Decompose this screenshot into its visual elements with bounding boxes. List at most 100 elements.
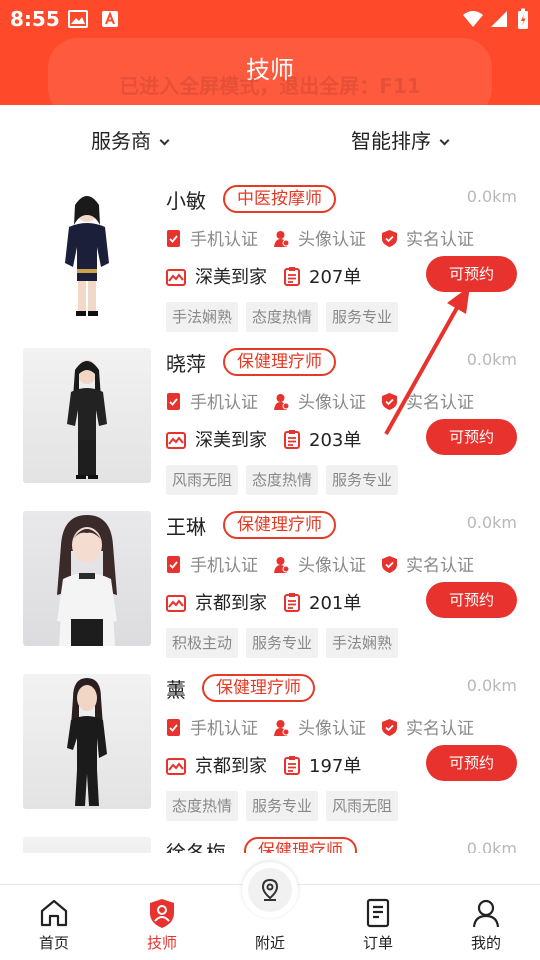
- location-pin-icon: [261, 879, 279, 901]
- nav-mine[interactable]: 我的: [432, 885, 540, 960]
- order-count: 207单: [284, 263, 361, 289]
- technician-photo[interactable]: [23, 511, 151, 646]
- battery-icon: [517, 8, 529, 34]
- store-icon: [166, 432, 186, 449]
- avatar-cert-icon: [274, 720, 289, 736]
- status-bar: 8:55: [0, 0, 540, 38]
- tag: 积极主动: [166, 628, 239, 658]
- realname-verified: 实名认证: [382, 714, 474, 739]
- role-badge: 保健理疗师: [223, 511, 336, 539]
- clipboard-icon: [284, 593, 300, 612]
- technician-photo[interactable]: [23, 348, 151, 483]
- nearby-button-inner: [248, 868, 292, 912]
- nav-orders[interactable]: 订单: [324, 885, 432, 960]
- nav-technician[interactable]: 技师: [108, 885, 216, 960]
- distance: 0.0km: [466, 187, 517, 206]
- phone-verified: 手机认证: [166, 551, 258, 576]
- status-time: 8:55: [10, 7, 60, 31]
- shield-check-icon: [382, 719, 397, 736]
- sort-filter[interactable]: 智能排序: [351, 125, 450, 157]
- book-button[interactable]: 可预约: [426, 256, 517, 292]
- store-icon: [166, 758, 186, 775]
- avatar-verified: 头像认证: [274, 551, 366, 576]
- role-badge: 保健理疗师: [202, 674, 315, 702]
- realname-verified: 实名认证: [382, 225, 474, 250]
- distance: 0.0km: [466, 839, 517, 853]
- phone-cert-icon: [167, 393, 180, 410]
- technician-card[interactable]: 晓萍 保健理疗师 0.0km 手机认证 头像认证 实名认证 深美到家 203单 …: [0, 338, 540, 501]
- store-info: 京都到家: [166, 752, 267, 778]
- store-icon: [166, 595, 186, 612]
- order-count: 197单: [284, 752, 361, 778]
- store-icon: [166, 269, 186, 286]
- technician-name: 晓萍: [166, 352, 206, 376]
- technician-card[interactable]: 徐冬梅 保健理疗师 0.0km: [0, 827, 540, 853]
- technician-photo[interactable]: [23, 837, 151, 853]
- user-icon: [472, 899, 500, 928]
- role-badge: 保健理疗师: [244, 837, 357, 853]
- store-info: 深美到家: [166, 426, 267, 452]
- shield-check-icon: [382, 230, 397, 247]
- technician-name: 徐冬梅: [166, 841, 226, 853]
- role-badge: 保健理疗师: [223, 348, 336, 376]
- technician-card[interactable]: 小敏 中医按摩师 0.0km 手机认证 头像认证 实名认证 深美到家 207单 …: [0, 175, 540, 338]
- tag: 风雨无阻: [166, 465, 239, 495]
- header: 8:55 技师 已进入全屏模式，退出全屏：F11: [0, 0, 540, 118]
- technician-photo[interactable]: [23, 185, 151, 320]
- realname-verified: 实名认证: [382, 388, 474, 413]
- clipboard-icon: [284, 267, 300, 286]
- order-list-icon: [366, 898, 390, 928]
- avatar-cert-icon: [274, 394, 289, 410]
- signal-icon: [490, 10, 508, 32]
- home-icon: [40, 899, 68, 927]
- clipboard-icon: [284, 430, 300, 449]
- shield-check-icon: [382, 393, 397, 410]
- technician-photo[interactable]: [23, 674, 151, 809]
- tag: 服务专业: [246, 791, 319, 821]
- phone-verified: 手机认证: [166, 714, 258, 739]
- book-button[interactable]: 可预约: [426, 582, 517, 618]
- technician-name: 薰: [166, 678, 186, 702]
- distance: 0.0km: [466, 513, 517, 532]
- nav-home[interactable]: 首页: [0, 885, 108, 960]
- order-count: 201单: [284, 589, 361, 615]
- tag: 手法娴熟: [326, 628, 399, 658]
- book-button[interactable]: 可预约: [426, 745, 517, 781]
- store-info: 深美到家: [166, 263, 267, 289]
- technician-card[interactable]: 王琳 保健理疗师 0.0km 手机认证 头像认证 实名认证 京都到家 201单 …: [0, 501, 540, 664]
- technician-name: 小敏: [166, 189, 206, 213]
- tag: 服务专业: [326, 302, 399, 332]
- phone-verified: 手机认证: [166, 225, 258, 250]
- order-count: 203单: [284, 426, 361, 452]
- tag: 服务专业: [246, 628, 319, 658]
- phone-cert-icon: [167, 719, 180, 736]
- chevron-down-icon: [159, 135, 170, 146]
- tag: 手法娴熟: [166, 302, 239, 332]
- distance: 0.0km: [466, 350, 517, 369]
- tag: 态度热情: [166, 791, 239, 821]
- phone-cert-icon: [167, 556, 180, 573]
- book-button[interactable]: 可预约: [426, 419, 517, 455]
- clipboard-icon: [284, 756, 300, 775]
- phone-verified: 手机认证: [166, 388, 258, 413]
- technician-list[interactable]: 小敏 中医按摩师 0.0km 手机认证 头像认证 实名认证 深美到家 207单 …: [0, 175, 540, 853]
- realname-verified: 实名认证: [382, 551, 474, 576]
- tag: 态度热情: [246, 465, 319, 495]
- sort-filter-label: 智能排序: [351, 129, 431, 153]
- distance: 0.0km: [466, 676, 517, 695]
- nearby-button[interactable]: [242, 862, 298, 918]
- fullscreen-toast-text: 已进入全屏模式，退出全屏：F11: [119, 74, 421, 98]
- provider-filter-label: 服务商: [91, 129, 151, 153]
- technician-name: 王琳: [166, 515, 206, 539]
- tag: 态度热情: [246, 302, 319, 332]
- provider-filter[interactable]: 服务商: [91, 125, 170, 157]
- avatar-cert-icon: [274, 231, 289, 247]
- phone-cert-icon: [167, 230, 180, 247]
- tag: 风雨无阻: [326, 791, 399, 821]
- technician-card[interactable]: 薰 保健理疗师 0.0km 手机认证 头像认证 实名认证 京都到家 197单 可…: [0, 664, 540, 827]
- chevron-down-icon: [439, 135, 450, 146]
- role-badge: 中医按摩师: [223, 185, 336, 213]
- avatar-verified: 头像认证: [274, 388, 366, 413]
- avatar-verified: 头像认证: [274, 225, 366, 250]
- image-notification-icon: [68, 10, 88, 32]
